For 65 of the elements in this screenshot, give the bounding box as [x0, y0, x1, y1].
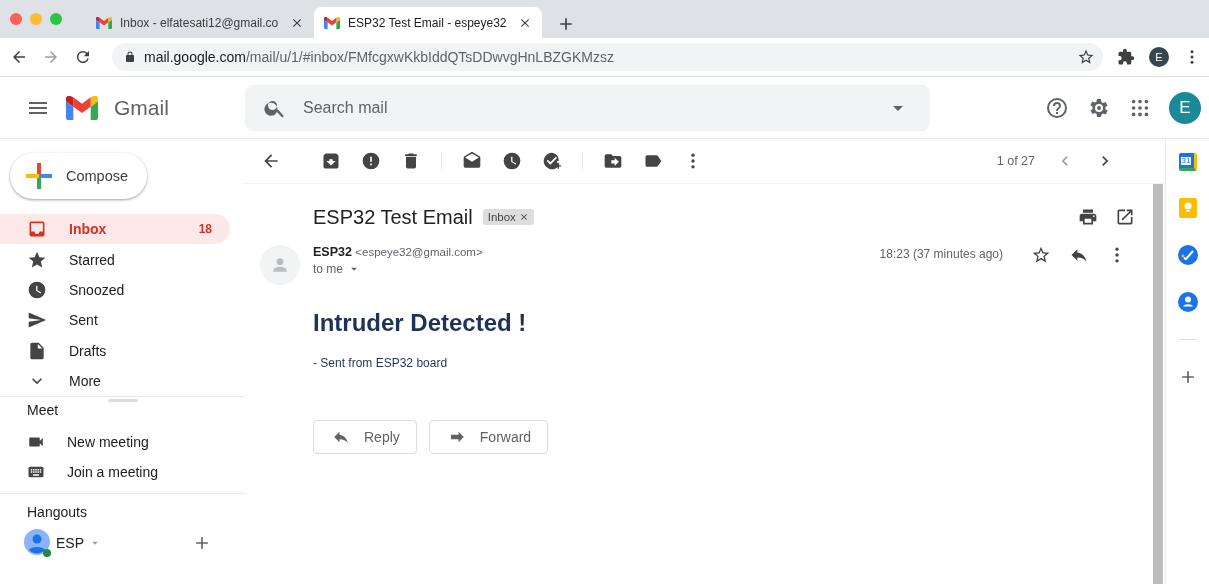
tab-title: Inbox - elfatesati12@gmail.co [120, 15, 280, 30]
folder-item[interactable]: Inbox 18 [0, 214, 230, 245]
move-to-icon[interactable] [603, 151, 623, 171]
help-icon[interactable] [1045, 95, 1069, 120]
pagination-text: 1 of 27 [996, 154, 1035, 168]
search-bar[interactable]: Search mail [245, 84, 930, 131]
folder-item[interactable]: More [0, 365, 230, 397]
message-text: - Sent from ESP32 board [313, 356, 449, 370]
sender-avatar [260, 245, 300, 285]
folder-item[interactable]: Drafts [0, 335, 230, 366]
sender-email: <espeye32@gmail.com> [355, 246, 483, 258]
sender-name: ESP32 [313, 245, 352, 259]
remove-label-icon[interactable] [518, 212, 529, 222]
product-name: Gmail [114, 95, 169, 120]
address-bar[interactable]: mail.google.com/mail/u/1/#inbox/FMfcgxwKkbIddQTsDDwvgHnLBZGKMzsz [112, 43, 1103, 71]
calendar-icon[interactable]: 31 [1178, 153, 1197, 171]
folder-item[interactable]: Sent [0, 305, 230, 336]
compose-button[interactable]: Compose [10, 153, 147, 199]
tasks-icon[interactable] [1177, 245, 1198, 265]
gmail-logo-icon [324, 16, 340, 29]
plus-icon [26, 163, 52, 189]
star-icon[interactable] [1031, 245, 1051, 265]
search-field[interactable]: Search mail [301, 97, 872, 118]
file-icon [27, 340, 47, 361]
profile-avatar[interactable]: E [1149, 47, 1169, 67]
hangouts-user-name[interactable]: ESP [56, 535, 84, 552]
meet-link[interactable]: New meeting [67, 433, 149, 450]
lock-icon [124, 51, 136, 63]
inbox-icon [27, 219, 47, 240]
reply-button[interactable]: Reply [313, 420, 417, 454]
section-title: Meet [26, 402, 60, 421]
meet-link[interactable]: Join a meeting [67, 463, 159, 480]
new-window-icon[interactable] [1115, 207, 1135, 227]
user-avatar-icon[interactable] [24, 529, 52, 558]
email-subject: ESP32 Test Email [313, 205, 473, 229]
gmail-logo-icon [96, 16, 112, 29]
add-task-icon[interactable] [542, 151, 562, 171]
print-icon[interactable] [1078, 207, 1098, 227]
gmail-logo-icon [66, 95, 98, 120]
clock-icon [27, 279, 47, 300]
browser-tab[interactable]: Inbox - elfatesati12@gmail.co [86, 7, 314, 38]
archive-icon[interactable] [321, 151, 341, 171]
account-avatar[interactable]: E [1169, 91, 1201, 124]
forward-button[interactable]: Forward [428, 420, 549, 454]
extensions-icon[interactable] [1117, 48, 1135, 66]
url-text: mail.google.com/mail/u/1/#inbox/FMfcgxwKkbIddQTsDDwvgHnLBZGKMzsz [144, 49, 615, 65]
unread-count: 18 [198, 222, 212, 237]
mark-unread-icon[interactable] [462, 151, 482, 171]
tab-title: ESP32 Test Email - espeye32 [348, 15, 508, 30]
bookmark-star-icon[interactable] [1077, 48, 1095, 66]
recipient-text[interactable]: to me [313, 262, 343, 276]
snooze-icon[interactable] [502, 151, 522, 171]
folder-item[interactable]: Starred [0, 244, 230, 275]
label-chip[interactable]: Inbox [482, 209, 534, 225]
message-heading: Intruder Detected ! [313, 309, 528, 337]
resize-handle[interactable] [108, 399, 138, 403]
report-icon[interactable] [361, 151, 381, 171]
scrollbar[interactable] [1153, 184, 1163, 584]
reload-icon[interactable] [74, 48, 92, 66]
browser-tab[interactable]: ESP32 Test Email - espeye32 [314, 7, 542, 38]
section-title: Hangouts [26, 504, 88, 523]
forward-icon[interactable] [42, 48, 60, 66]
contacts-icon[interactable] [1177, 292, 1198, 312]
folder-item[interactable]: Snoozed [0, 274, 230, 306]
timestamp: 18:23 (37 minutes ago) [879, 247, 1003, 261]
